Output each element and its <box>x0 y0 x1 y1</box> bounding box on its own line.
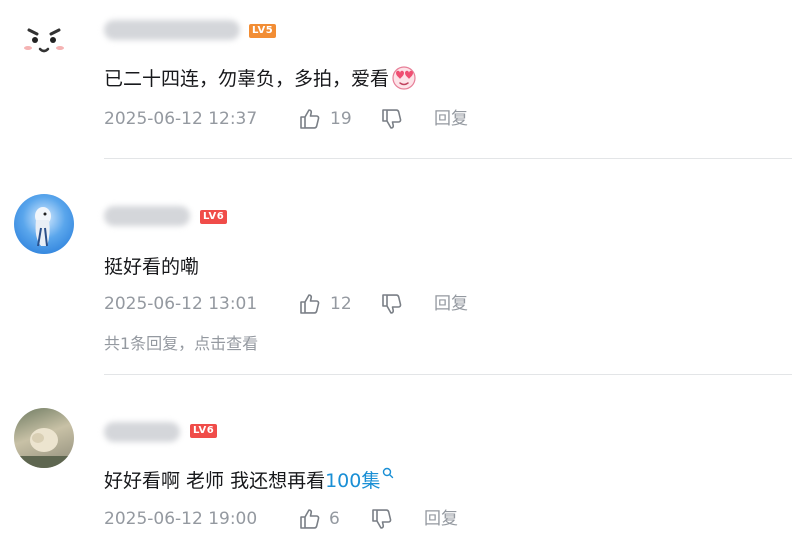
timestamp: 2025-06-12 19:00 <box>104 509 258 529</box>
divider <box>104 158 792 159</box>
username-blurred[interactable] <box>104 206 190 226</box>
username-blurred[interactable] <box>104 422 180 442</box>
reply-button[interactable]: 回复 <box>424 507 458 531</box>
username-blurred[interactable] <box>104 20 240 40</box>
search-icon[interactable] <box>382 467 394 479</box>
divider <box>104 374 792 375</box>
replies-summary-link[interactable]: 共1条回复，点击查看 <box>104 330 258 354</box>
reply-button[interactable]: 回复 <box>434 292 468 316</box>
dislike-icon[interactable] <box>380 107 404 131</box>
like-count: 12 <box>330 294 352 314</box>
comment-meta: 2025-06-12 19:00 6 回复 <box>104 507 524 531</box>
comment-item: LV6 好好看啊 老师 我还想再看100集 2025-06-12 19:00 6… <box>0 376 792 552</box>
bird-avatar-icon <box>35 207 51 247</box>
avatar[interactable] <box>14 408 74 468</box>
like-count: 6 <box>329 509 340 529</box>
comment-text: 已二十四连，勿辜负，多拍，爱看 <box>104 64 417 91</box>
reply-button[interactable]: 回复 <box>434 107 468 131</box>
like-count: 19 <box>330 109 352 129</box>
dislike-icon[interactable] <box>370 507 394 531</box>
timestamp: 2025-06-12 12:37 <box>104 109 258 129</box>
comment-item: LV6 挺好看的嘞 2025-06-12 13:01 12 回复 共1条回复，点… <box>0 160 792 375</box>
like-icon[interactable] <box>298 292 322 316</box>
avatar[interactable] <box>14 8 74 68</box>
comment-text-content: 好好看啊 老师 我还想再看 <box>104 470 326 492</box>
comment-text: 好好看啊 老师 我还想再看100集 <box>104 466 394 493</box>
comment-text: 挺好看的嘞 <box>104 256 200 278</box>
like-icon[interactable] <box>298 507 322 531</box>
avatar[interactable] <box>14 194 74 254</box>
level-badge: LV5 <box>249 24 277 38</box>
level-badge: LV6 <box>200 210 228 224</box>
smiley-avatar-icon <box>24 28 64 53</box>
search-keyword-link[interactable]: 100集 <box>325 470 380 492</box>
comment-meta: 2025-06-12 13:01 12 回复 <box>104 292 524 316</box>
photo-avatar-icon <box>14 428 74 468</box>
comment-item: LV5 已二十四连，勿辜负，多拍，爱看 2025-06-12 12:37 19 … <box>0 0 792 160</box>
level-badge: LV6 <box>190 424 218 438</box>
like-icon[interactable] <box>298 107 322 131</box>
timestamp: 2025-06-12 13:01 <box>104 294 258 314</box>
comment-text-content: 已二十四连，勿辜负，多拍，爱看 <box>104 68 390 90</box>
heart-eyes-emoji-icon <box>392 66 416 90</box>
dislike-icon[interactable] <box>380 292 404 316</box>
comment-meta: 2025-06-12 12:37 19 回复 <box>104 107 524 131</box>
